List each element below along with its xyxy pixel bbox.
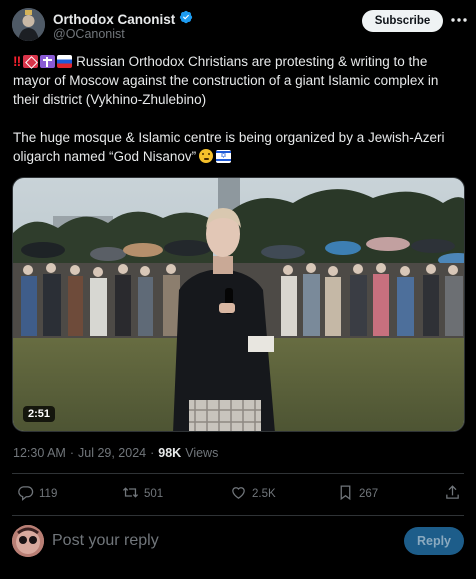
video-thumbnail [13, 178, 464, 431]
author-handle[interactable]: @OCanonist [53, 27, 125, 41]
like-action-button[interactable]: 2.5K [230, 480, 276, 508]
reply-icon [17, 484, 34, 504]
israel-flag-icon [216, 150, 232, 163]
current-user-avatar[interactable] [12, 525, 44, 557]
share-action-button[interactable] [444, 480, 461, 508]
post-text-paragraph-2: The huge mosque & Islamic centre is bein… [13, 128, 465, 166]
video-duration-badge: 2:51 [23, 406, 56, 422]
post-time[interactable]: 12:30 AM [13, 446, 66, 460]
repost-count: 501 [144, 488, 164, 500]
reply-input[interactable] [52, 528, 352, 554]
red-cross-emoji-icon [23, 55, 39, 68]
double-exclamation-emoji-icon: ‼ [13, 54, 21, 69]
reply-action-button[interactable]: 119 [17, 480, 57, 508]
repost-icon [122, 484, 139, 504]
verified-badge-icon [179, 10, 193, 29]
like-count: 2.5K [252, 488, 276, 500]
views-count: 98K [158, 446, 182, 460]
raised-eyebrow-face-icon [199, 149, 214, 163]
post-text-paragraph-1: ‼ Russian Orthodox Christians are protest… [13, 52, 465, 109]
video-player[interactable]: 2:51 [12, 177, 465, 432]
post-text-body-1: Russian Orthodox Christians are protesti… [13, 54, 439, 107]
heart-icon [230, 484, 247, 504]
bookmark-action-button[interactable]: 267 [337, 480, 378, 508]
post-meta: 12:30 AM · Jul 29, 2024 · 98K Views [13, 446, 218, 460]
divider [12, 515, 464, 516]
meta-separator: · [69, 446, 74, 460]
reply-count: 119 [39, 488, 58, 500]
post-date[interactable]: Jul 29, 2024 [78, 446, 146, 460]
bookmark-icon [337, 484, 354, 504]
divider [12, 473, 464, 474]
bookmark-count: 267 [359, 488, 379, 500]
author-avatar[interactable] [12, 8, 45, 41]
share-icon [444, 484, 461, 504]
views-label: Views [185, 446, 219, 460]
meta-dot: · [150, 446, 155, 460]
action-bar: 119 501 2.5K 267 [0, 480, 476, 508]
post: Orthodox Canonist @OCanonist Subscribe ‼… [0, 0, 476, 579]
more-options-icon[interactable] [450, 10, 468, 30]
orthodox-cross-emoji-icon [40, 55, 56, 68]
author-display-name[interactable]: Orthodox Canonist [53, 12, 175, 27]
reply-button[interactable]: Reply [404, 527, 464, 555]
subscribe-button[interactable]: Subscribe [362, 10, 443, 32]
russia-flag-icon [57, 55, 73, 68]
repost-action-button[interactable]: 501 [122, 480, 163, 508]
